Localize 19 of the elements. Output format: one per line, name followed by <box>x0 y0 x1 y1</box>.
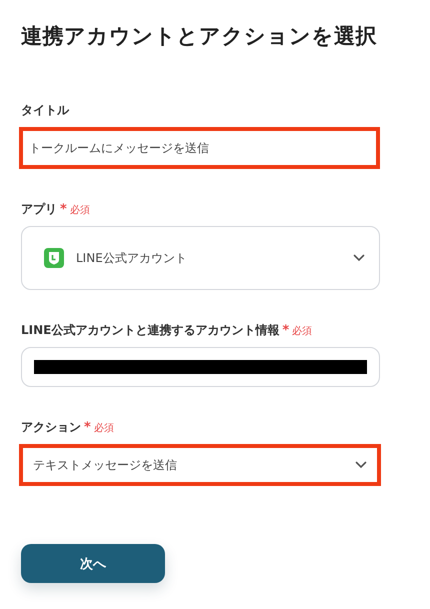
required-asterisk: * <box>84 420 91 435</box>
app-select[interactable]: LINE公式アカウント <box>21 226 380 290</box>
required-asterisk: * <box>282 323 290 338</box>
chevron-down-icon <box>355 461 367 469</box>
page-heading: 連携アカウントとアクションを選択 <box>21 23 378 50</box>
field-label: タイトル <box>21 102 69 119</box>
action-select[interactable]: テキストメッセージを送信 <box>19 444 381 486</box>
field-label: アクション <box>21 419 81 436</box>
app-logo-icon <box>44 248 64 268</box>
title-field[interactable]: トークルームにメッセージを送信 <box>19 127 380 169</box>
field-label: アプリ <box>21 201 57 218</box>
required-label: 必須 <box>94 422 114 434</box>
field-label: LINE公式アカウントと連携するアカウント情報 <box>21 322 280 339</box>
next-button[interactable]: 次へ <box>21 544 165 583</box>
account-field[interactable] <box>21 347 380 387</box>
required-label: 必須 <box>70 204 90 216</box>
required-asterisk: * <box>60 202 67 217</box>
required-label: 必須 <box>292 324 312 338</box>
chevron-down-icon <box>353 254 365 262</box>
